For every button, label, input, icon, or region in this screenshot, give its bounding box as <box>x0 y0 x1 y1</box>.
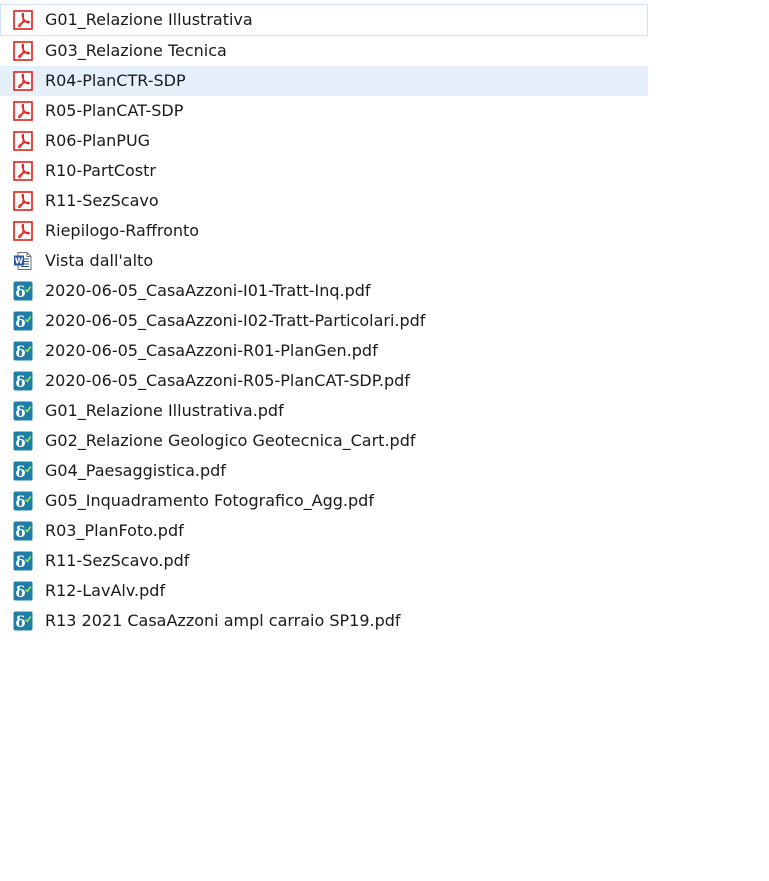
svg-text:δ: δ <box>15 403 25 421</box>
signed-pdf-icon: δ <box>13 311 33 331</box>
signed-pdf-icon: δ <box>13 581 33 601</box>
file-item-r05-plancat-sdp[interactable]: R05-PlanCAT-SDP <box>0 96 648 126</box>
signed-pdf-icon: δ <box>13 431 33 451</box>
svg-text:δ: δ <box>15 433 25 451</box>
signed-pdf-icon: δ <box>13 551 33 571</box>
file-name: R13 2021 CasaAzzoni ampl carraio SP19.pd… <box>45 611 401 630</box>
signed-pdf-icon: δ <box>13 371 33 391</box>
file-item-2020-06-05-casaazzoni-i01-tratt-inq[interactable]: δ 2020-06-05_CasaAzzoni-I01-Tratt-Inq.pd… <box>0 276 648 306</box>
file-item-r13-2021-casaazzoni-ampl-carraio-sp19[interactable]: δ R13 2021 CasaAzzoni ampl carraio SP19.… <box>0 606 648 636</box>
file-item-r04-planctr-sdp[interactable]: R04-PlanCTR-SDP <box>0 66 648 96</box>
file-name: R05-PlanCAT-SDP <box>45 101 184 120</box>
acrobat-pdf-icon <box>13 221 33 241</box>
svg-text:δ: δ <box>15 523 25 541</box>
file-name: G04_Paesaggistica.pdf <box>45 461 226 480</box>
svg-text:δ: δ <box>15 613 25 631</box>
file-item-g01-relazione-illustrativa-pdf[interactable]: δ G01_Relazione Illustrativa.pdf <box>0 396 648 426</box>
svg-text:δ: δ <box>15 493 25 511</box>
file-name: 2020-06-05_CasaAzzoni-I02-Tratt-Particol… <box>45 311 426 330</box>
file-item-g02-relazione-geologico-geotecnica-cart[interactable]: δ G02_Relazione Geologico Geotecnica_Car… <box>0 426 648 456</box>
file-item-2020-06-05-casaazzoni-r05-plancat-sdp[interactable]: δ 2020-06-05_CasaAzzoni-R05-PlanCAT-SDP.… <box>0 366 648 396</box>
acrobat-pdf-icon <box>13 161 33 181</box>
file-item-g01-relazione-illustrativa[interactable]: G01_Relazione Illustrativa <box>0 4 648 36</box>
file-item-r03-planfoto[interactable]: δ R03_PlanFoto.pdf <box>0 516 648 546</box>
file-item-vista-dall-alto[interactable]: W Vista dall'alto <box>0 246 648 276</box>
file-name: R11-SezScavo <box>45 191 159 210</box>
file-list: G01_Relazione Illustrativa G03_Relazione… <box>0 0 769 632</box>
file-name: 2020-06-05_CasaAzzoni-R01-PlanGen.pdf <box>45 341 378 360</box>
signed-pdf-icon: δ <box>13 341 33 361</box>
file-name: R06-PlanPUG <box>45 131 151 150</box>
acrobat-pdf-icon <box>13 101 33 121</box>
file-name: R11-SezScavo.pdf <box>45 551 190 570</box>
signed-pdf-icon: δ <box>13 281 33 301</box>
file-name: R12-LavAlv.pdf <box>45 581 166 600</box>
file-name: R03_PlanFoto.pdf <box>45 521 184 540</box>
file-name: R04-PlanCTR-SDP <box>45 71 186 90</box>
svg-text:δ: δ <box>15 463 25 481</box>
svg-text:δ: δ <box>15 313 25 331</box>
file-name: Vista dall'alto <box>45 251 154 270</box>
file-name: G03_Relazione Tecnica <box>45 41 227 60</box>
file-item-2020-06-05-casaazzoni-i02-tratt-particolari[interactable]: δ 2020-06-05_CasaAzzoni-I02-Tratt-Partic… <box>0 306 648 336</box>
file-item-g03-relazione-tecnica[interactable]: G03_Relazione Tecnica <box>0 36 648 66</box>
file-item-r11-sezscavo[interactable]: R11-SezScavo <box>0 186 648 216</box>
acrobat-pdf-icon <box>13 131 33 151</box>
file-name: G01_Relazione Illustrativa <box>45 10 253 29</box>
signed-pdf-icon: δ <box>13 521 33 541</box>
file-item-r10-partcostr[interactable]: R10-PartCostr <box>0 156 648 186</box>
svg-text:δ: δ <box>15 553 25 571</box>
signed-pdf-icon: δ <box>13 461 33 481</box>
file-name: G05_Inquadramento Fotografico_Agg.pdf <box>45 491 374 510</box>
file-item-r11-sezscavo-pdf[interactable]: δ R11-SezScavo.pdf <box>0 546 648 576</box>
file-name: 2020-06-05_CasaAzzoni-R05-PlanCAT-SDP.pd… <box>45 371 410 390</box>
file-name: Riepilogo-Raffronto <box>45 221 200 240</box>
svg-text:δ: δ <box>15 283 25 301</box>
acrobat-pdf-icon <box>13 10 33 30</box>
svg-text:W: W <box>15 257 24 266</box>
file-name: G02_Relazione Geologico Geotecnica_Cart.… <box>45 431 416 450</box>
file-name: R10-PartCostr <box>45 161 156 180</box>
acrobat-pdf-icon <box>13 191 33 211</box>
file-item-riepilogo-raffronto[interactable]: Riepilogo-Raffronto <box>0 216 648 246</box>
svg-text:δ: δ <box>15 373 25 391</box>
file-item-r12-lavalv[interactable]: δ R12-LavAlv.pdf <box>0 576 648 606</box>
file-name: G01_Relazione Illustrativa.pdf <box>45 401 284 420</box>
file-item-2020-06-05-casaazzoni-r01-plangen[interactable]: δ 2020-06-05_CasaAzzoni-R01-PlanGen.pdf <box>0 336 648 366</box>
svg-text:δ: δ <box>15 343 25 361</box>
file-name: 2020-06-05_CasaAzzoni-I01-Tratt-Inq.pdf <box>45 281 371 300</box>
file-item-g04-paesaggistica[interactable]: δ G04_Paesaggistica.pdf <box>0 456 648 486</box>
signed-pdf-icon: δ <box>13 401 33 421</box>
signed-pdf-icon: δ <box>13 611 33 631</box>
acrobat-pdf-icon <box>13 71 33 91</box>
signed-pdf-icon: δ <box>13 491 33 511</box>
svg-text:δ: δ <box>15 583 25 601</box>
file-item-r06-planpug[interactable]: R06-PlanPUG <box>0 126 648 156</box>
acrobat-pdf-icon <box>13 41 33 61</box>
word-document-icon: W <box>14 252 32 270</box>
file-item-g05-inquadramento-fotografico-agg[interactable]: δ G05_Inquadramento Fotografico_Agg.pdf <box>0 486 648 516</box>
